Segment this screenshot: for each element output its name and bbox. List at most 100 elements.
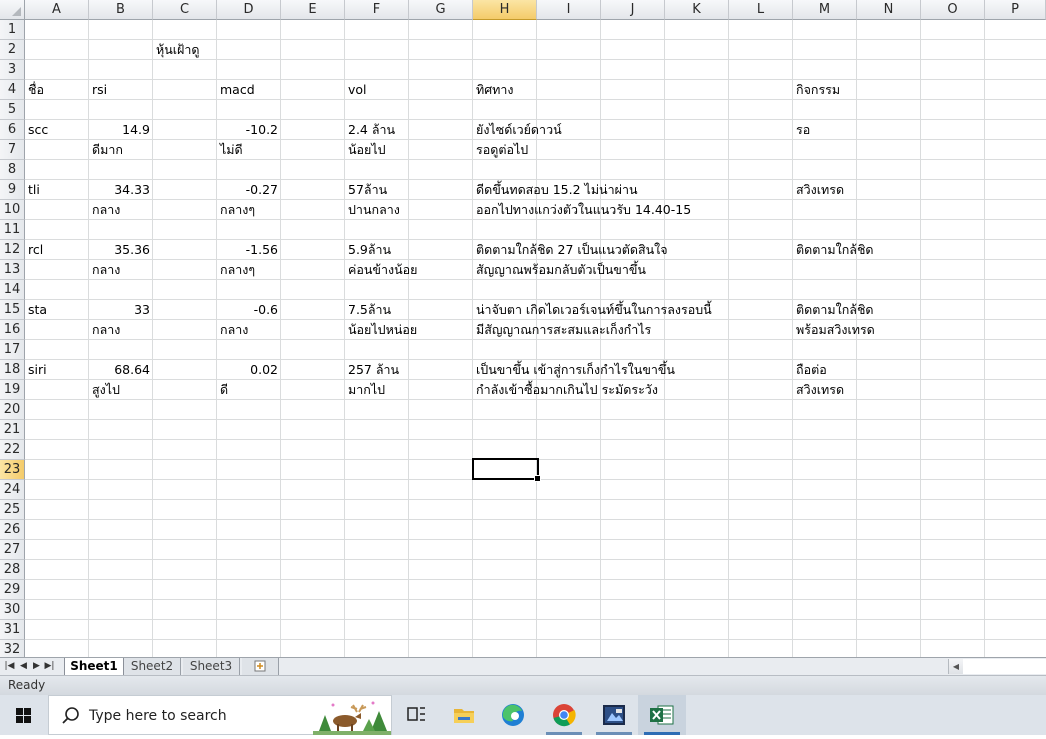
cell-h7[interactable]: รอดูต่อไป [476, 140, 528, 160]
cell-b7[interactable]: ดีมาก [92, 140, 123, 160]
cell-m15[interactable]: ติดตามใกล้ชิด [796, 300, 874, 320]
cell-f4[interactable]: vol [348, 80, 367, 100]
cell-d19[interactable]: ดี [220, 380, 228, 400]
cell-m16[interactable]: พร้อมสวิงเทรด [796, 320, 875, 340]
cell-f18[interactable]: 257 ล้าน [348, 360, 399, 380]
cell-a6[interactable]: scc [28, 120, 48, 140]
start-button[interactable] [0, 695, 48, 735]
cell-a18[interactable]: siri [28, 360, 47, 380]
cell-h9[interactable]: ดีดขึ้นทดสอบ 15.2 ไม่น่าผ่าน [476, 180, 638, 200]
row-header-14[interactable]: 14 [0, 280, 25, 300]
sheet-tab-sheet1[interactable]: Sheet1 [64, 658, 124, 676]
cell-f16[interactable]: น้อยไปหน่อย [348, 320, 417, 340]
row-header-7[interactable]: 7 [0, 140, 25, 160]
row-header-23[interactable]: 23 [0, 460, 25, 480]
column-header-e[interactable]: E [281, 0, 345, 20]
cell-d9[interactable]: -0.27 [217, 180, 278, 200]
horizontal-scrollbar[interactable]: ◀ [948, 659, 1046, 674]
cell-d18[interactable]: 0.02 [217, 360, 278, 380]
row-header-9[interactable]: 9 [0, 180, 25, 200]
cell-h18[interactable]: เป็นขาขึ้น เข้าสู่การเก็งกำไรในขาขึ้น [476, 360, 675, 380]
column-header-j[interactable]: J [601, 0, 665, 20]
cell-b16[interactable]: กลาง [92, 320, 120, 340]
row-header-2[interactable]: 2 [0, 40, 25, 60]
row-header-18[interactable]: 18 [0, 360, 25, 380]
next-sheet-nav-icon[interactable]: ▶ [31, 659, 42, 673]
sheet-tab-sheet3[interactable]: Sheet3 [183, 658, 240, 676]
cell-b10[interactable]: กลาง [92, 200, 120, 220]
cell-d16[interactable]: กลาง [220, 320, 248, 340]
cell-a15[interactable]: sta [28, 300, 47, 320]
task-view-icon[interactable] [392, 695, 440, 735]
excel-app-icon[interactable] [638, 695, 686, 735]
row-header-15[interactable]: 15 [0, 300, 25, 320]
cell-h10[interactable]: ออกไปทางแกว่งตัวในแนวรับ 14.40-15 [476, 200, 691, 220]
row-header-19[interactable]: 19 [0, 380, 25, 400]
row-header-24[interactable]: 24 [0, 480, 25, 500]
cell-d7[interactable]: ไม่ดี [220, 140, 243, 160]
row-header-29[interactable]: 29 [0, 580, 25, 600]
column-header-i[interactable]: I [537, 0, 601, 20]
row-header-28[interactable]: 28 [0, 560, 25, 580]
cell-b6[interactable]: 14.9 [89, 120, 150, 140]
cell-f9[interactable]: 57ล้าน [348, 180, 387, 200]
cell-m19[interactable]: สวิงเทรด [796, 380, 844, 400]
cell-a12[interactable]: rcl [28, 240, 43, 260]
prev-sheet-nav-icon[interactable]: ◀ [18, 659, 29, 673]
row-header-10[interactable]: 10 [0, 200, 25, 220]
insert-sheet-icon[interactable] [242, 658, 279, 676]
cell-h13[interactable]: สัญญาณพร้อมกลับตัวเป็นขาขึ้น [476, 260, 646, 280]
row-header-4[interactable]: 4 [0, 80, 25, 100]
row-header-13[interactable]: 13 [0, 260, 25, 280]
column-header-o[interactable]: O [921, 0, 985, 20]
last-sheet-nav-icon[interactable]: ▶| [44, 659, 55, 673]
column-header-p[interactable]: P [985, 0, 1046, 20]
cell-h15[interactable]: น่าจับตา เกิดไดเวอร์เจนท์ขึ้นในการลงรอบน… [476, 300, 712, 320]
column-header-m[interactable]: M [793, 0, 857, 20]
row-header-30[interactable]: 30 [0, 600, 25, 620]
scroll-left-icon[interactable]: ◀ [949, 659, 963, 674]
cell-h12[interactable]: ติดตามใกล้ชิด 27 เป็นแนวตัดสินใจ [476, 240, 668, 260]
cell-h19[interactable]: กำลังเข้าซื้อมากเกินไป ระมัดระวัง [476, 380, 658, 400]
taskbar-search-box[interactable]: Type here to search [48, 695, 392, 735]
cell-a9[interactable]: tli [28, 180, 40, 200]
row-header-17[interactable]: 17 [0, 340, 25, 360]
row-header-16[interactable]: 16 [0, 320, 25, 340]
cell-f19[interactable]: มากไป [348, 380, 385, 400]
cell-m4[interactable]: กิจกรรม [796, 80, 840, 100]
cell-b9[interactable]: 34.33 [89, 180, 150, 200]
edge-browser-icon[interactable] [489, 695, 537, 735]
cell-h6[interactable]: ยังไซด์เวย์ดาวน์ [476, 120, 562, 140]
column-header-l[interactable]: L [729, 0, 793, 20]
row-header-32[interactable]: 32 [0, 640, 25, 657]
row-header-1[interactable]: 1 [0, 20, 25, 40]
cell-c2[interactable]: หุ้นเฝ้าดู [156, 40, 200, 60]
cell-d15[interactable]: -0.6 [217, 300, 278, 320]
cell-f15[interactable]: 7.5ล้าน [348, 300, 391, 320]
app-window-icon[interactable] [590, 695, 638, 735]
cell-m12[interactable]: ติดตามใกล้ชิด [796, 240, 874, 260]
column-header-k[interactable]: K [665, 0, 729, 20]
file-explorer-icon[interactable] [440, 695, 488, 735]
row-header-31[interactable]: 31 [0, 620, 25, 640]
row-header-5[interactable]: 5 [0, 100, 25, 120]
cell-d12[interactable]: -1.56 [217, 240, 278, 260]
cell-h4[interactable]: ทิศทาง [476, 80, 514, 100]
sheet-tab-sheet2[interactable]: Sheet2 [124, 658, 181, 676]
cell-d13[interactable]: กลางๆ [220, 260, 255, 280]
row-header-27[interactable]: 27 [0, 540, 25, 560]
row-header-12[interactable]: 12 [0, 240, 25, 260]
cell-d10[interactable]: กลางๆ [220, 200, 255, 220]
cell-d6[interactable]: -10.2 [217, 120, 278, 140]
cell-d4[interactable]: macd [220, 80, 255, 100]
cell-b4[interactable]: rsi [92, 80, 107, 100]
cell-b19[interactable]: สูงไป [92, 380, 120, 400]
cell-m6[interactable]: รอ [796, 120, 810, 140]
cell-b18[interactable]: 68.64 [89, 360, 150, 380]
column-header-g[interactable]: G [409, 0, 473, 20]
column-header-a[interactable]: A [25, 0, 89, 20]
row-header-25[interactable]: 25 [0, 500, 25, 520]
row-header-6[interactable]: 6 [0, 120, 25, 140]
column-header-h[interactable]: H [473, 0, 537, 20]
cell-f10[interactable]: ปานกลาง [348, 200, 400, 220]
